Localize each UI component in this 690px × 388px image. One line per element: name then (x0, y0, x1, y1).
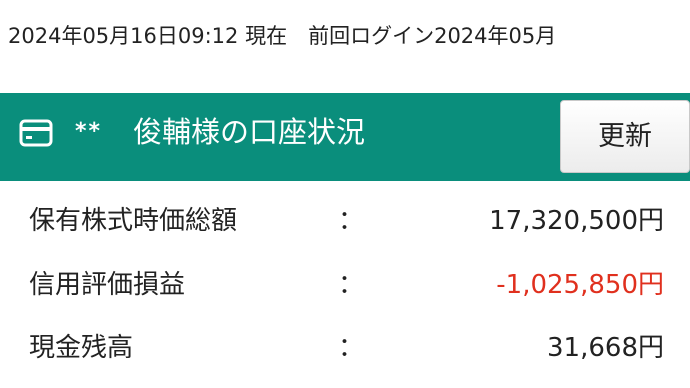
masked-account-name: ** (75, 119, 103, 144)
refresh-button[interactable]: 更新 (560, 100, 690, 173)
margin-pnl-label: 信用評価損益 (29, 270, 186, 300)
margin-pnl-value: -1,025,850円 (496, 270, 664, 300)
cash-balance-label: 現金残高 (29, 333, 134, 363)
panel-title: 俊輔様の口座状況 (133, 115, 366, 149)
cash-balance-colon: ： (338, 333, 365, 363)
stock-market-value-label: 保有株式時価総額 (29, 206, 238, 236)
card-icon (19, 119, 53, 147)
stock-market-value-colon: ： (338, 206, 365, 236)
cash-balance-value: 31,668円 (547, 333, 664, 363)
timestamp-text: 2024年05月16日09:12 現在 前回ログイン2024年05月 (8, 24, 557, 48)
stock-market-value: 17,320,500円 (489, 206, 664, 236)
margin-pnl-colon: ： (338, 270, 365, 300)
timestamp-bar: 2024年05月16日09:12 現在 前回ログイン2024年05月 (0, 0, 690, 80)
